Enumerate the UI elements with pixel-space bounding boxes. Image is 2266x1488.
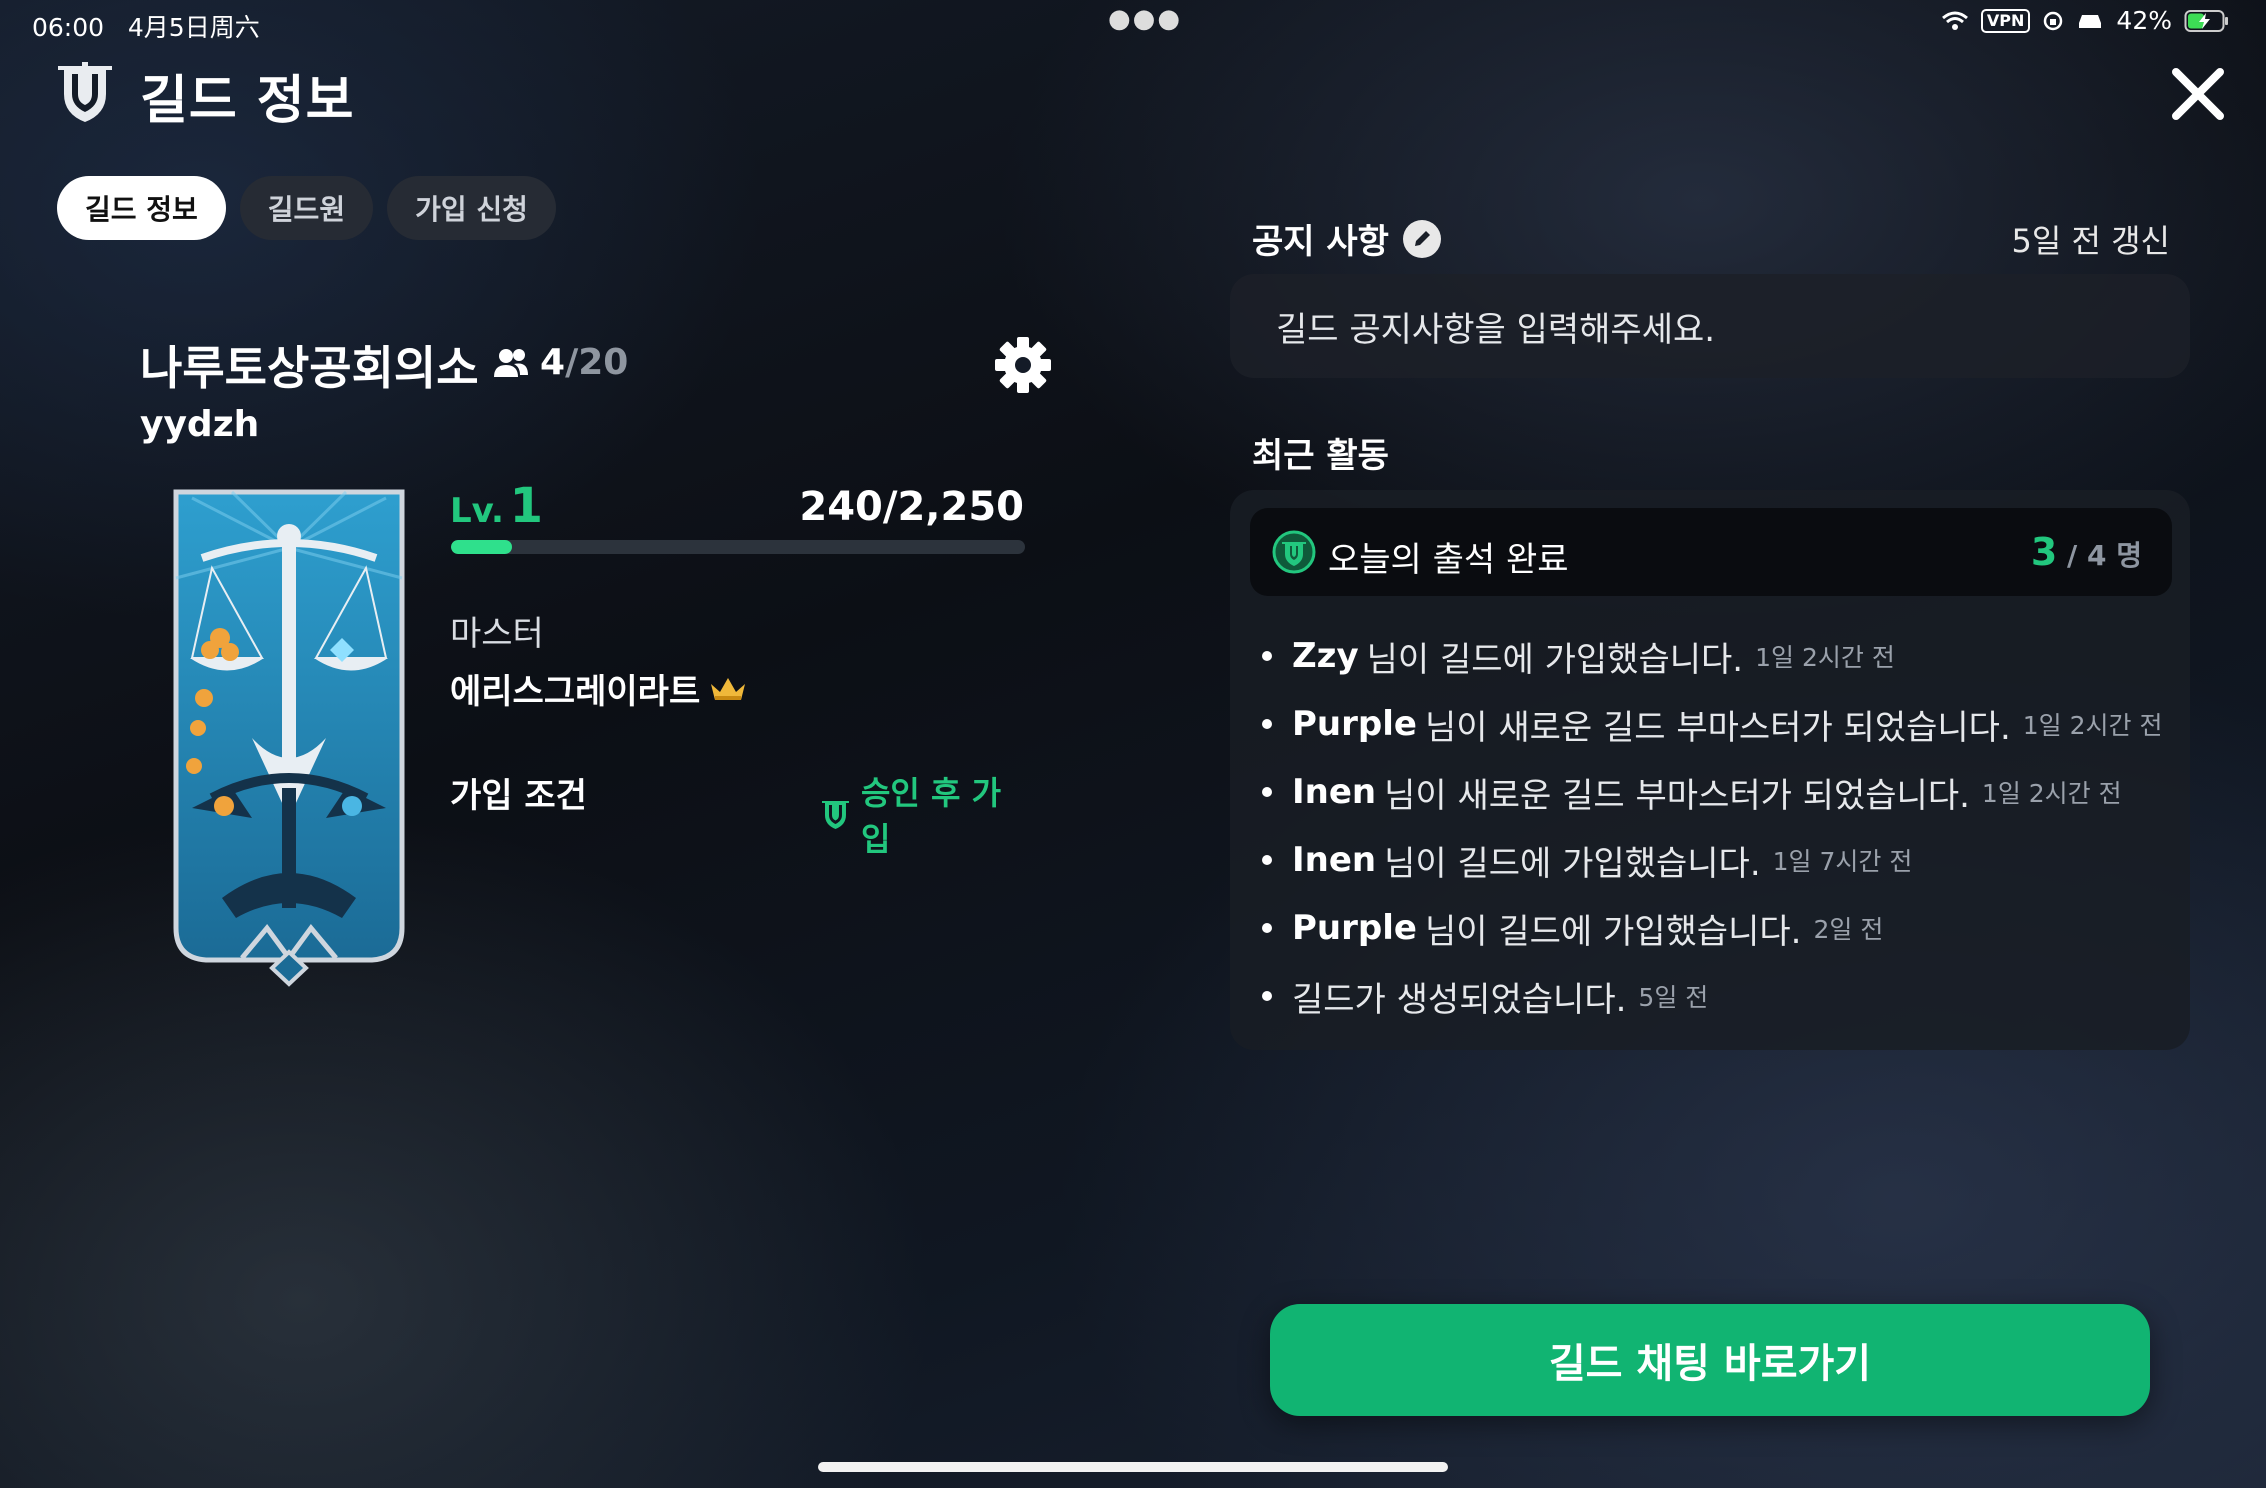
clock: 06:00 [32, 13, 105, 42]
battery-icon [2184, 9, 2228, 32]
attendance-icon [1272, 530, 1316, 574]
edit-notice-button[interactable] [1402, 219, 1441, 258]
battery-percent: 42% [2116, 6, 2172, 35]
guild-chat-button[interactable]: 길드 채팅 바로가기 [1270, 1304, 2150, 1416]
guild-name: 나루토상공회의소 [140, 341, 479, 395]
wifi-icon [1941, 11, 1968, 30]
activity-time: 1일 7시간 전 [1772, 847, 1913, 876]
attendance-current: 3 [2030, 530, 2058, 574]
activity-user: Inen [1292, 772, 1377, 812]
list-item: 길드가 생성되었습니다. 5일 전 [1262, 962, 2162, 1030]
notice-header: 공지 사항 [1252, 214, 1441, 263]
activity-user: Inen [1292, 840, 1377, 880]
bullet [1262, 651, 1272, 661]
activity-time: 1일 2시간 전 [2022, 711, 2163, 740]
guild-emblem [173, 489, 405, 987]
xp-max: /2,250 [882, 484, 1024, 530]
members-current: 4 [540, 342, 566, 383]
master-name-row: 에리스그레이라트 [450, 664, 748, 713]
activity-time: 1일 2시간 전 [1981, 779, 2122, 808]
activity-user: Purple [1292, 908, 1417, 948]
activity-time: 2일 전 [1813, 915, 1884, 944]
list-item: Inen 님이 길드에 가입했습니다. 1일 7시간 전 [1262, 826, 2162, 894]
members-icon [494, 348, 528, 377]
close-icon[interactable] [2168, 64, 2228, 124]
status-time: 06:00 4月5日周六 [32, 8, 260, 44]
activity-text: 님이 길드에 가입했습니다. [1366, 639, 1744, 680]
level-label: Lv. [450, 491, 504, 531]
tab-join-requests[interactable]: 가입 신청 [387, 176, 556, 240]
status-icons: VPN 42% [1941, 6, 2230, 35]
vpn-badge: VPN [1980, 8, 2031, 33]
list-item: Inen 님이 새로운 길드 부마스터가 되었습니다. 1일 2시간 전 [1262, 758, 2162, 826]
guild-level: Lv. 1 [450, 478, 543, 534]
xp-current: 240 [799, 484, 883, 530]
join-condition-value: 승인 후 가입 [820, 768, 1025, 860]
join-condition-label: 가입 조건 [450, 776, 587, 816]
activity-text: 님이 길드에 가입했습니다. [1384, 843, 1761, 884]
bullet [1262, 719, 1272, 729]
notice-label: 공지 사항 [1252, 222, 1389, 262]
master-name: 에리스그레이라트 [450, 672, 701, 712]
bullet [1262, 923, 1272, 933]
home-indicator[interactable] [818, 1462, 1448, 1472]
guild-id: yydzh [140, 404, 260, 445]
activity-list: Zzy 님이 길드에 가입했습니다. 1일 2시간 전 Purple 님이 새로운 길… [1262, 622, 2162, 1030]
attendance-text: 오늘의 출석 완료 [1328, 540, 1569, 580]
join-condition-text: 승인 후 가입 [860, 774, 1002, 858]
tab-guild-info[interactable]: 길드 정보 [57, 176, 226, 240]
recent-activity-label: 최근 활동 [1252, 436, 1389, 476]
master-label: 마스터 [450, 614, 544, 654]
attendance-count: 3 / 4 명 [2031, 530, 2142, 574]
xp-progress-fill [451, 540, 513, 554]
bullet [1262, 855, 1272, 865]
attendance-total: / 4 명 [2057, 539, 2142, 572]
tab-members[interactable]: 길드원 [239, 176, 374, 240]
tab-bar: 길드 정보 길드원 가입 신청 [57, 176, 556, 240]
page-title: 길드 정보 [140, 71, 355, 131]
date: 4月5日周六 [127, 13, 260, 42]
activity-text: 길드가 생성되었습니다. [1292, 979, 1627, 1020]
list-item: Purple 님이 길드에 가입했습니다. 2일 전 [1262, 894, 2162, 962]
multitask-dots[interactable]: ●●● [1108, 4, 1182, 34]
members-max: /20 [565, 342, 629, 383]
list-item: Zzy 님이 길드에 가입했습니다. 1일 2시간 전 [1262, 622, 2162, 690]
member-count: 4/20 [492, 342, 628, 383]
crown-icon [711, 677, 746, 700]
list-item: Purple 님이 새로운 길드 부마스터가 되었습니다. 1일 2시간 전 [1262, 690, 2162, 758]
activity-text: 님이 길드에 가입했습니다. [1424, 911, 1802, 952]
activity-user: Purple [1292, 704, 1417, 744]
activity-text: 님이 새로운 길드 부마스터가 되었습니다. [1424, 707, 2011, 748]
gear-icon[interactable] [994, 336, 1052, 394]
edit-icon [1414, 230, 1430, 246]
guild-shield-icon [58, 62, 112, 122]
xp-readout: 240/2,250 [799, 484, 1024, 530]
notice-updated: 5일 전 갱신 [2011, 222, 2170, 260]
bullet [1262, 991, 1272, 1001]
activity-user: Zzy [1292, 636, 1359, 676]
lock-rotation-icon [2044, 11, 2063, 30]
xp-progress-bar [451, 540, 1025, 554]
notice-placeholder: 길드 공지사항을 입력해주세요. [1276, 310, 1716, 350]
activity-text: 님이 새로운 길드 부마스터가 되었습니다. [1384, 775, 1970, 816]
guild-shield-icon [821, 801, 849, 829]
level-number: 1 [509, 478, 543, 534]
bullet [1262, 787, 1272, 797]
car-icon [2079, 14, 2102, 28]
activity-time: 1일 2시간 전 [1755, 643, 1895, 672]
activity-time: 5일 전 [1638, 983, 1709, 1012]
